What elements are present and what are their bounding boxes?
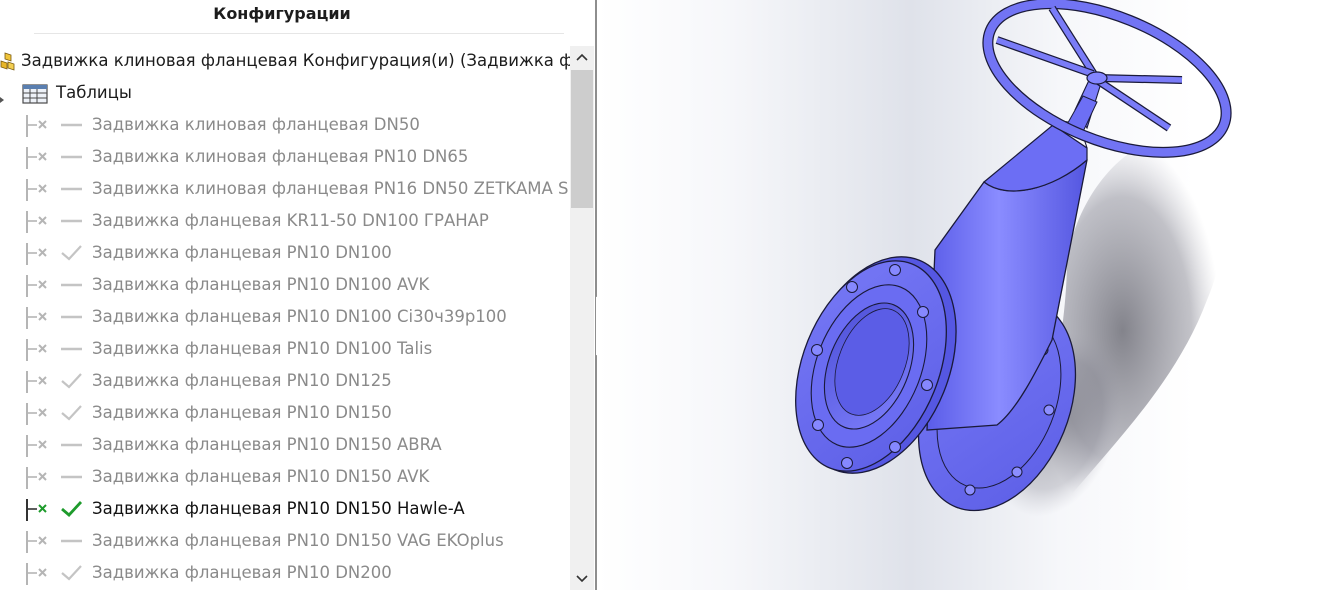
- configuration-label: Задвижка фланцевая KR11-50 DN100 ГРАНАР: [92, 211, 489, 230]
- vertical-scrollbar[interactable]: [570, 46, 594, 590]
- check-icon: [60, 404, 84, 422]
- header-divider: [34, 33, 564, 34]
- configuration-label: Задвижка клиновая фланцевая PN16 DN50 ZE…: [92, 179, 570, 198]
- inactive-dash-icon: [60, 532, 84, 550]
- tables-folder-item[interactable]: Таблицы: [0, 78, 570, 108]
- configuration-icon: [24, 402, 50, 426]
- design-table-icon: [22, 83, 48, 105]
- check-icon: [60, 564, 84, 582]
- configuration-icon: [24, 274, 50, 298]
- part-cubes-icon: [0, 52, 18, 72]
- configuration-icon: [24, 178, 50, 202]
- configuration-icon: [24, 146, 50, 170]
- configuration-item[interactable]: Задвижка клиновая фланцевая PN10 DN65: [0, 142, 570, 172]
- expand-arrow-icon[interactable]: [0, 89, 6, 103]
- configuration-item[interactable]: Задвижка клиновая фланцевая DN50: [0, 110, 570, 140]
- configuration-label: Задвижка фланцевая PN10 DN100 AVK: [92, 275, 430, 294]
- configuration-icon: [24, 498, 50, 522]
- configuration-label: Задвижка фланцевая PN10 DN100 Ci30ч39р10…: [92, 307, 507, 326]
- configuration-icon: [24, 434, 50, 458]
- configuration-item[interactable]: Задвижка фланцевая PN10 DN150 VAG EKOplu…: [0, 526, 570, 556]
- configuration-icon: [24, 210, 50, 234]
- inactive-dash-icon: [60, 308, 84, 326]
- configuration-label: Задвижка фланцевая PN10 DN150 Hawle-A: [92, 499, 465, 518]
- check-icon: [60, 244, 84, 262]
- configuration-icon: [24, 338, 50, 362]
- configuration-icon: [24, 466, 50, 490]
- configuration-label: Задвижка фланцевая PN10 DN200: [92, 563, 392, 582]
- inactive-dash-icon: [60, 180, 84, 198]
- configuration-icon: [24, 114, 50, 138]
- tree-root-label: Задвижка клиновая фланцевая Конфигурация…: [21, 51, 570, 70]
- inactive-dash-icon: [60, 468, 84, 486]
- configuration-item[interactable]: Задвижка фланцевая PN10 DN100 AVK: [0, 270, 570, 300]
- configuration-label: Задвижка клиновая фланцевая PN10 DN65: [92, 147, 469, 166]
- chevron-up-icon[interactable]: [570, 46, 594, 68]
- configuration-label: Задвижка фланцевая PN10 DN100: [92, 243, 392, 262]
- configuration-item[interactable]: Задвижка фланцевая PN10 DN100 Ci30ч39р10…: [0, 302, 570, 332]
- configuration-item[interactable]: Задвижка фланцевая PN10 DN150: [0, 398, 570, 428]
- tables-folder-label: Таблицы: [56, 83, 132, 102]
- configuration-item[interactable]: Задвижка фланцевая PN10 DN100: [0, 238, 570, 268]
- configuration-label: Задвижка клиновая фланцевая DN50: [92, 115, 420, 134]
- configuration-label: Задвижка фланцевая PN10 DN150 ABRA: [92, 435, 442, 454]
- configuration-tree: Задвижка клиновая фланцевая Конфигурация…: [0, 46, 570, 590]
- inactive-dash-icon: [60, 276, 84, 294]
- inactive-dash-icon: [60, 212, 84, 230]
- gate-valve-model: [795, 0, 1232, 522]
- configuration-label: Задвижка фланцевая PN10 DN125: [92, 371, 392, 390]
- configuration-label: Задвижка фланцевая PN10 DN100 Talis: [92, 339, 433, 358]
- scrollbar-thumb[interactable]: [571, 70, 593, 208]
- configuration-item[interactable]: Задвижка фланцевая PN10 DN100 Talis: [0, 334, 570, 364]
- configuration-icon: [24, 530, 50, 554]
- check-icon: [60, 372, 84, 390]
- configuration-icon: [24, 242, 50, 266]
- configuration-label: Задвижка фланцевая PN10 DN150 VAG EKOplu…: [92, 531, 504, 550]
- configuration-manager-panel: Конфигурации Задвижка клиновая фланцевая…: [0, 0, 596, 590]
- configuration-item[interactable]: Задвижка фланцевая PN10 DN200: [0, 558, 570, 588]
- graphics-viewport[interactable]: [597, 0, 1344, 590]
- active-configuration-item[interactable]: Задвижка фланцевая PN10 DN150 Hawle-A: [0, 494, 570, 524]
- configuration-item[interactable]: Задвижка фланцевая PN10 DN125: [0, 366, 570, 396]
- panel-title: Конфигурации: [213, 4, 351, 23]
- inactive-dash-icon: [60, 148, 84, 166]
- configuration-item[interactable]: Задвижка фланцевая KR11-50 DN100 ГРАНАР: [0, 206, 570, 236]
- panel-header: Конфигурации: [0, 0, 596, 30]
- configuration-item[interactable]: Задвижка фланцевая PN10 DN150 ABRA: [0, 430, 570, 460]
- chevron-down-icon[interactable]: [570, 568, 594, 590]
- configuration-icon: [24, 562, 50, 586]
- active-check-icon: [60, 500, 84, 518]
- inactive-dash-icon: [60, 436, 84, 454]
- configuration-item[interactable]: Задвижка клиновая фланцевая PN16 DN50 ZE…: [0, 174, 570, 204]
- configuration-label: Задвижка фланцевая PN10 DN150: [92, 403, 392, 422]
- configuration-label: Задвижка фланцевая PN10 DN150 AVK: [92, 467, 430, 486]
- inactive-dash-icon: [60, 340, 84, 358]
- inactive-dash-icon: [60, 116, 84, 134]
- configuration-icon: [24, 306, 50, 330]
- configuration-item[interactable]: Задвижка фланцевая PN10 DN150 AVK: [0, 462, 570, 492]
- tree-root-item[interactable]: Задвижка клиновая фланцевая Конфигурация…: [0, 46, 570, 76]
- configuration-icon: [24, 370, 50, 394]
